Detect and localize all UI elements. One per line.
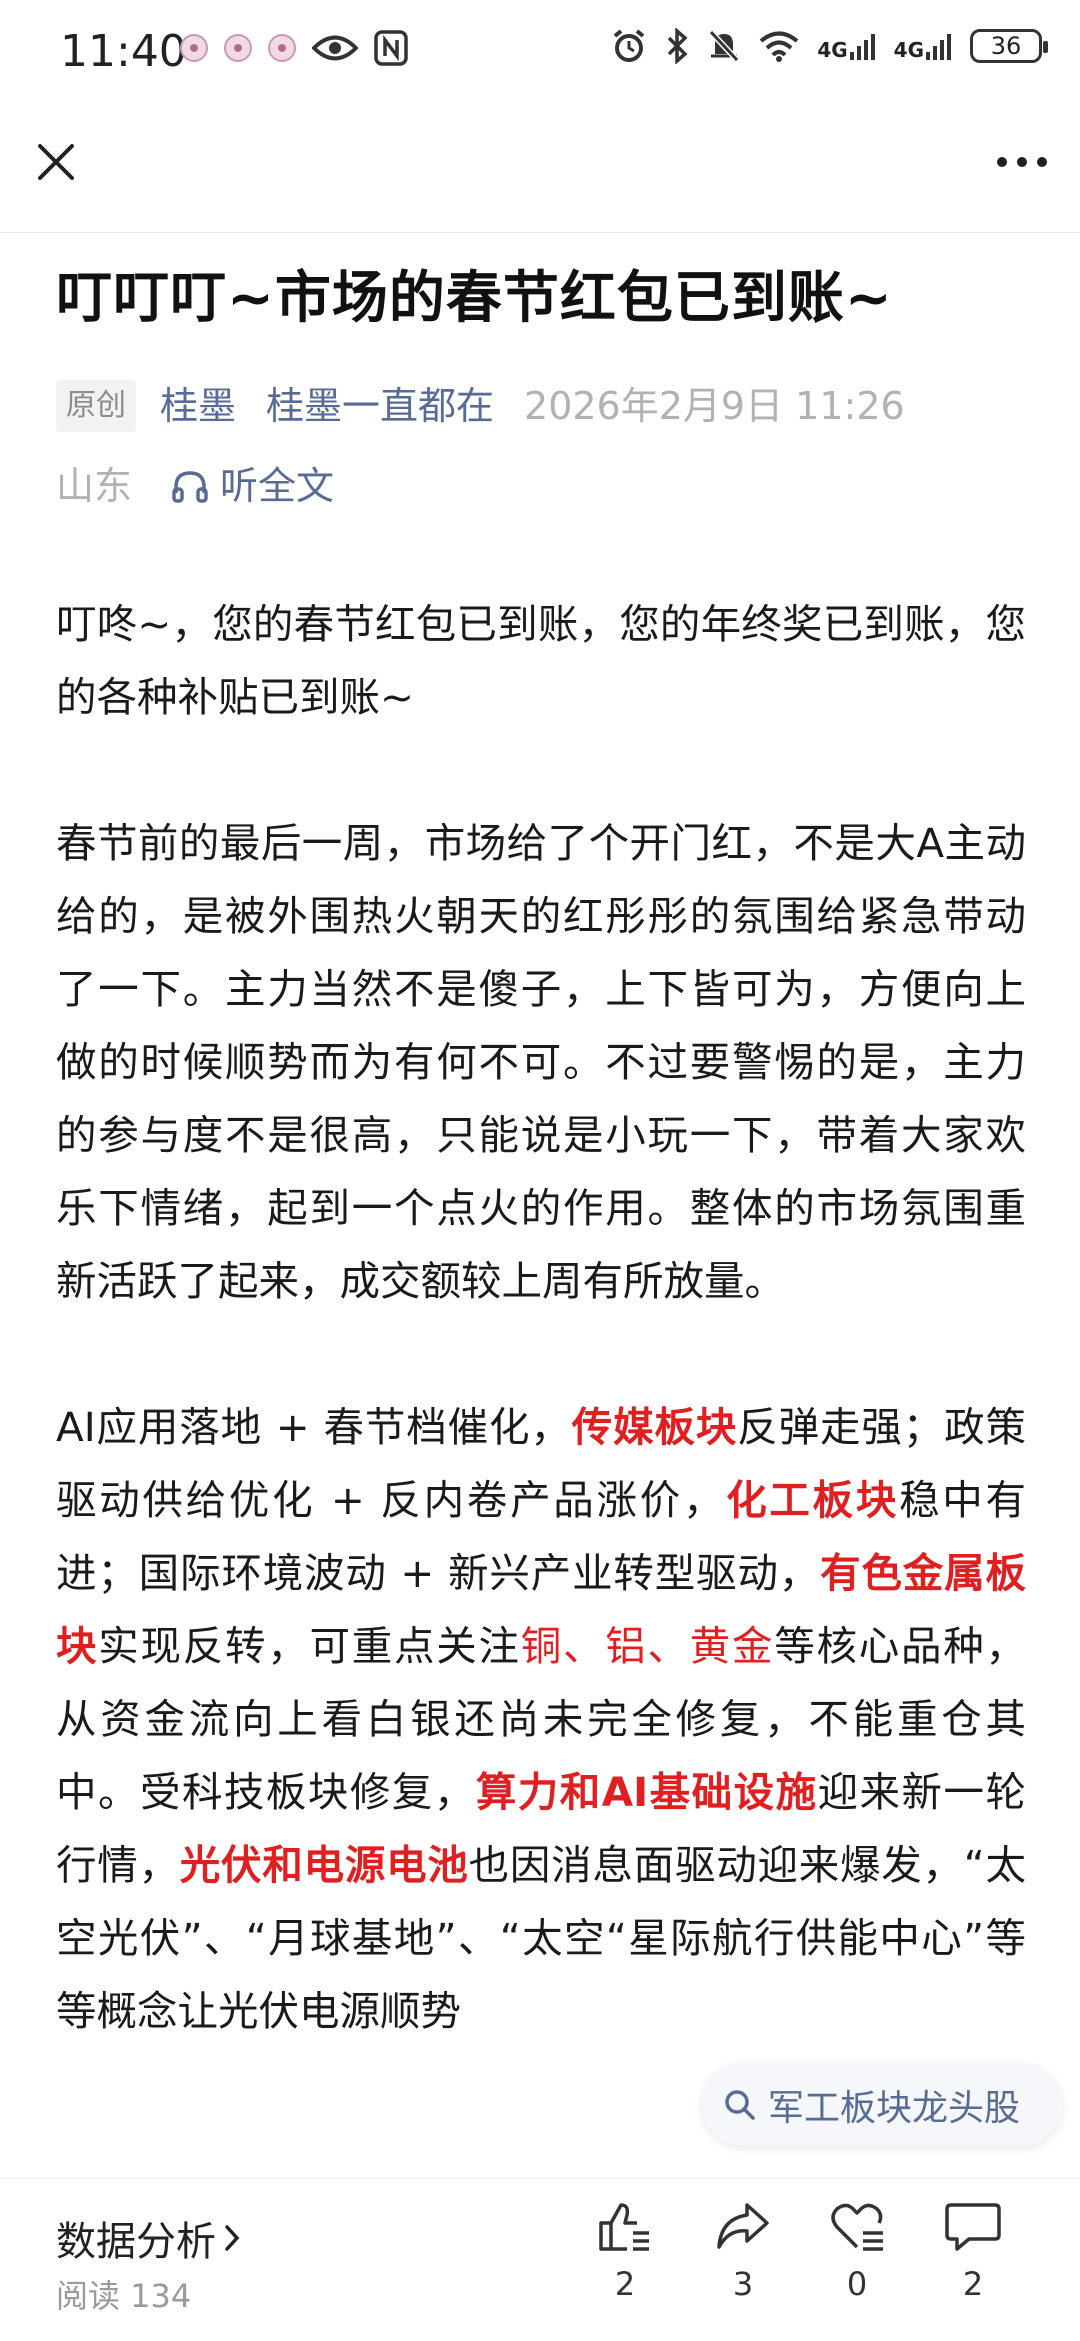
signal-bars-icon: [849, 34, 875, 60]
original-badge: 原创: [56, 380, 136, 432]
comment-button[interactable]: 2: [928, 2201, 1018, 2303]
text-span: AI应用落地 + 春节档催化，: [56, 1403, 572, 1451]
highlight-chemical-sector: 化工板块: [726, 1476, 900, 1524]
comment-icon: [945, 2203, 1001, 2251]
share-count: 3: [732, 2265, 754, 2303]
article-title: 叮叮叮~市场的春节红包已到账~: [56, 266, 893, 331]
read-count: 阅读 134: [56, 2277, 192, 2315]
nfc-icon: [374, 30, 408, 66]
text-span: 实现反转，可重点关注: [98, 1622, 521, 1670]
status-time: 11:40: [60, 26, 187, 77]
mute-icon: [709, 29, 740, 63]
more-icon: [997, 157, 1047, 167]
wifi-icon: [760, 31, 799, 62]
app-notification-icon: [268, 34, 296, 62]
highlight-metals: 铜、铝、黄金: [520, 1622, 775, 1670]
share-button[interactable]: 3: [698, 2201, 788, 2303]
alarm-icon: [614, 29, 645, 62]
status-bar: 11:40 4G 4G 36: [0, 0, 1080, 104]
article-meta-2: 山东 听全文: [56, 446, 1026, 526]
eye-icon: [312, 35, 358, 61]
tag-link[interactable]: 数据分析: [56, 2209, 242, 2267]
search-icon: [725, 2090, 755, 2120]
heart-list-icon: [831, 2203, 883, 2251]
battery-indicator: 36: [970, 29, 1048, 63]
highlight-computing-ai: 算力和AI基础设施: [475, 1768, 818, 1816]
network-type-1: 4G: [817, 38, 848, 62]
paragraph-3: AI应用落地 + 春节档催化，传媒板块反弹走强；政策驱动供给优化 + 反内卷产品…: [56, 1391, 1026, 2048]
signal-2: 4G: [894, 32, 952, 60]
more-options-button[interactable]: [990, 134, 1054, 190]
close-icon: [38, 144, 74, 180]
signal-bars-icon: [926, 34, 951, 60]
chevron-right-icon: [225, 2225, 240, 2251]
article: 叮叮叮~市场的春节红包已到账~ 原创 桂墨 桂墨一直都在 2026年2月9日 1…: [56, 232, 1026, 2048]
highlight-solar-battery: 光伏和电源电池: [179, 1841, 469, 1889]
like-button[interactable]: 2: [580, 2201, 670, 2303]
location: 山东: [56, 464, 133, 508]
account-link[interactable]: 桂墨一直都在: [266, 366, 494, 446]
network-type-2: 4G: [893, 38, 924, 62]
favorite-count: 0: [846, 2265, 868, 2303]
author-link[interactable]: 桂墨: [160, 366, 236, 446]
bluetooth-icon: [668, 28, 688, 64]
paragraph-2: 春节前的最后一周，市场给了个开门红，不是大A主动给的，是被外围热火朝天的红彤彤的…: [56, 819, 1026, 1305]
listen-button[interactable]: 听全文: [172, 446, 334, 526]
app-notification-icon: [180, 34, 208, 62]
notification-icons: [180, 30, 408, 66]
tag-label: 数据分析: [56, 2219, 216, 2265]
comment-count: 2: [962, 2265, 984, 2303]
paragraph-1: 叮咚~，您的春节红包已到账，您的年终奖已到账，您的各种补贴已到账~: [56, 600, 1026, 721]
signal-1: 4G: [817, 32, 875, 60]
app-notification-icon: [224, 34, 252, 62]
close-button[interactable]: [28, 134, 84, 190]
bottom-action-bar: 数据分析 阅读 134 2 3 0 2: [0, 2178, 1080, 2341]
system-icons: 4G 4G 36: [611, 28, 1048, 64]
related-search-chip[interactable]: 军工板块龙头股: [702, 2064, 1062, 2146]
like-count: 2: [614, 2265, 636, 2303]
article-meta: 原创 桂墨 桂墨一直都在 2026年2月9日 11:26: [56, 366, 1026, 446]
share-icon: [717, 2203, 769, 2249]
top-nav: [0, 104, 1080, 233]
publish-date: 2026年2月9日 11:26: [524, 384, 905, 428]
highlight-media-sector: 传媒板块: [571, 1403, 738, 1451]
headphones-icon: [172, 471, 208, 503]
listen-label: 听全文: [220, 464, 335, 508]
article-body: 叮咚~，您的春节红包已到账，您的年终奖已到账，您的各种补贴已到账~ 春节前的最后…: [56, 588, 1026, 2048]
search-chip-label: 军工板块龙头股: [768, 2088, 1021, 2129]
favorite-button[interactable]: 0: [812, 2201, 902, 2303]
thumbs-up-icon: [599, 2203, 649, 2251]
